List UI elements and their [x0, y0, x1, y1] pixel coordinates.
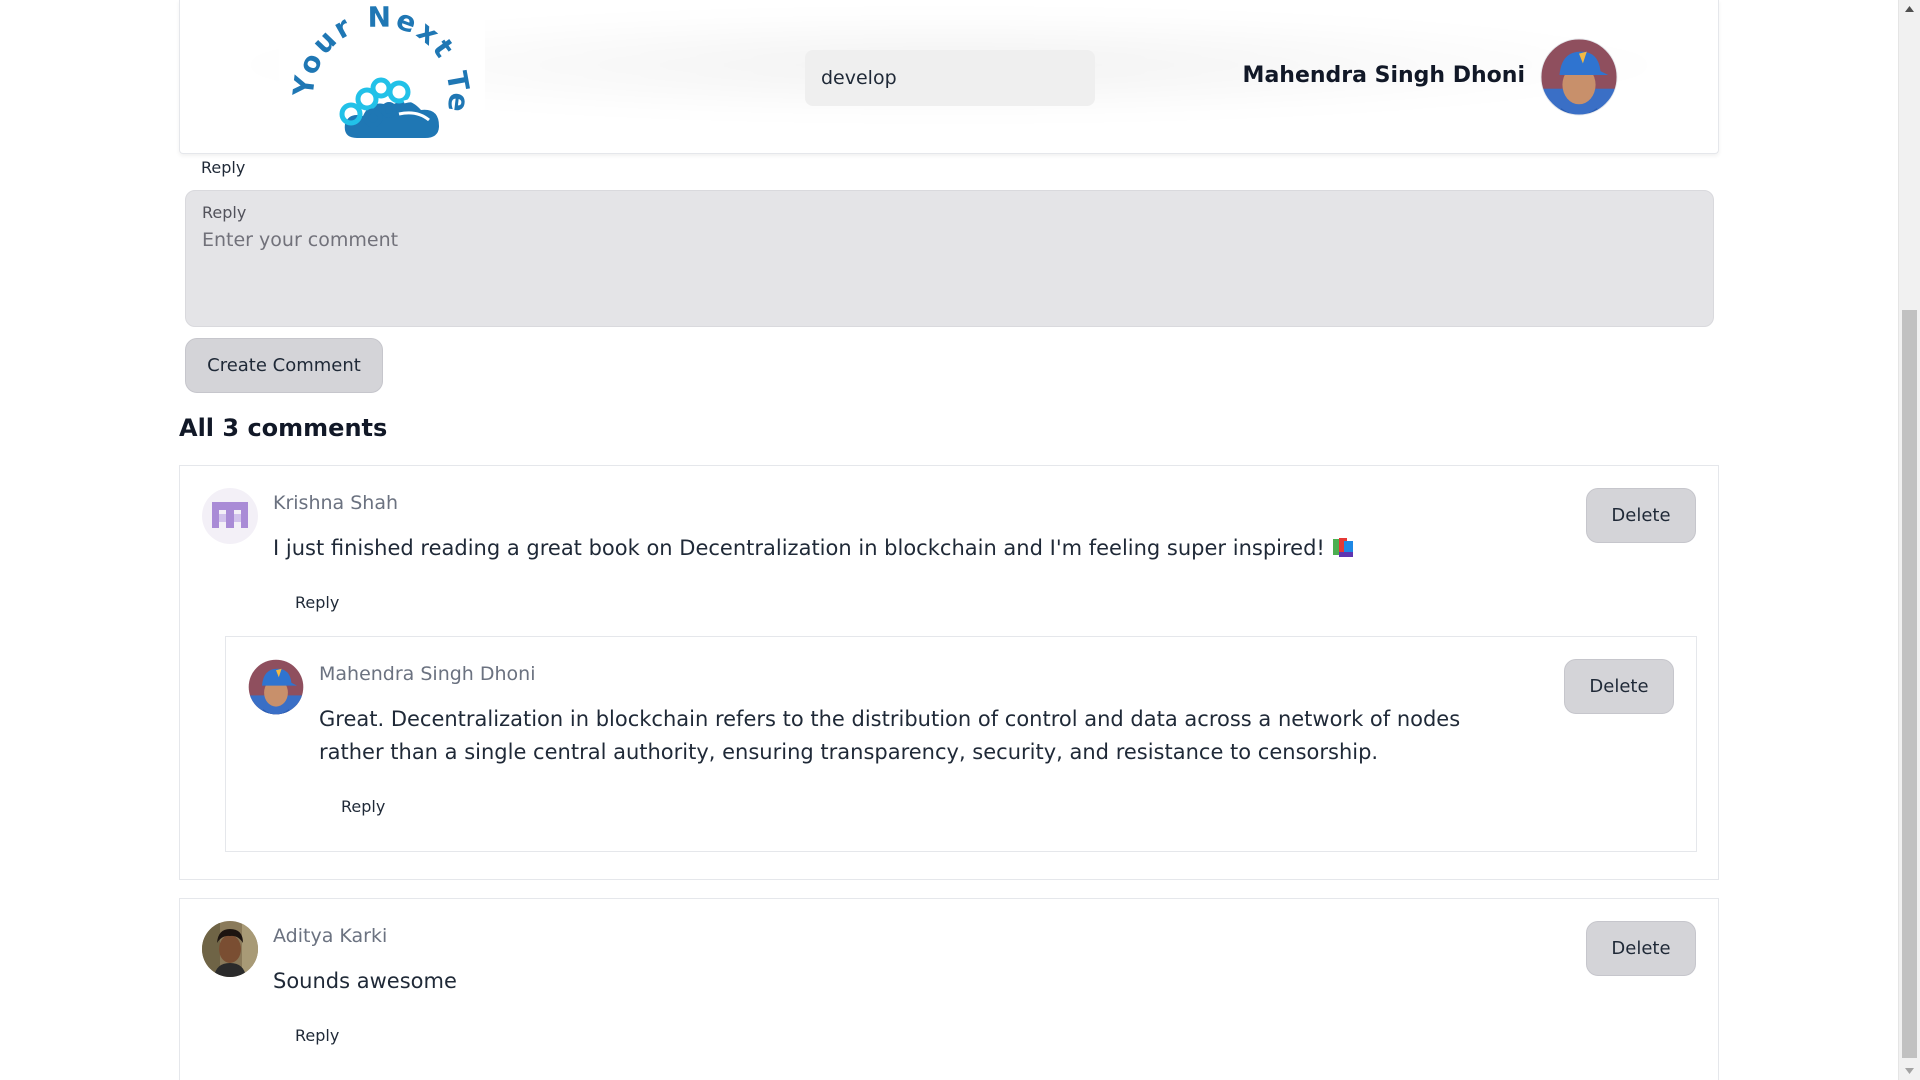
delete-comment-button[interactable]: Delete [1586, 921, 1696, 976]
comments-count-heading: All 3 comments [179, 414, 388, 442]
main-content: Your Next Tech Mahendra Singh Dhoni [0, 0, 1898, 1080]
scroll-down-arrow-icon[interactable] [1899, 1062, 1920, 1080]
logo-graphic: Your Next Tech [279, 2, 473, 138]
comment-text: Sounds awesome [273, 969, 457, 993]
delete-reply-button[interactable]: Delete [1564, 659, 1674, 714]
reply-author-avatar[interactable] [248, 659, 304, 715]
header-user-name: Mahendra Singh Dhoni [1242, 63, 1525, 88]
comment-textarea[interactable] [186, 229, 1713, 324]
create-comment-button[interactable]: Create Comment [185, 338, 383, 393]
page: Your Next Tech Mahendra Singh Dhoni [0, 0, 1920, 1080]
comment-body: I just finished reading a great book on … [273, 536, 1325, 560]
scroll-up-arrow-icon[interactable] [1899, 0, 1920, 18]
comment-author-name: Krishna Shah [273, 492, 399, 514]
reply-text: Great. Decentralization in blockchain re… [319, 707, 1461, 764]
reply-link[interactable]: Reply [341, 797, 385, 816]
comment-form: Reply [185, 190, 1714, 327]
comment-field-label: Reply [202, 203, 247, 222]
comment-card: Aditya Karki Sounds awesome Reply Delete [179, 898, 1719, 1080]
scrollbar-thumb[interactable] [1902, 310, 1917, 1058]
comment-card: Krishna Shah I just finished reading a g… [179, 465, 1719, 880]
reply-link[interactable]: Reply [295, 1026, 339, 1045]
top-header: Your Next Tech Mahendra Singh Dhoni [179, 0, 1719, 154]
search-input[interactable] [805, 50, 1095, 106]
books-emoji-icon [1331, 535, 1355, 557]
reply-author-name: Mahendra Singh Dhoni [319, 663, 536, 685]
delete-comment-button[interactable]: Delete [1586, 488, 1696, 543]
reply-link[interactable]: Reply [295, 593, 339, 612]
comment-text: I just finished reading a great book on … [273, 532, 1453, 565]
comment-author-avatar[interactable] [202, 488, 258, 544]
header-user-avatar[interactable] [1540, 38, 1618, 116]
reply-link[interactable]: Reply [201, 158, 245, 177]
comment-author-avatar[interactable] [202, 921, 258, 977]
comment-author-name: Aditya Karki [273, 925, 388, 947]
vertical-scrollbar[interactable] [1898, 0, 1920, 1080]
site-logo[interactable]: Your Next Tech [279, 2, 485, 144]
reply-card: Mahendra Singh Dhoni Great. Decentraliza… [225, 636, 1697, 852]
